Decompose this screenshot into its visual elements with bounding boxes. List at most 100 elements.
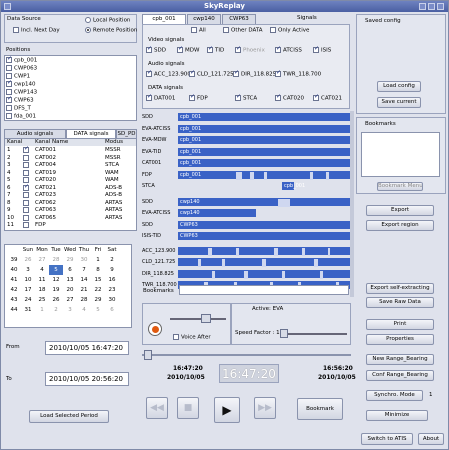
calendar-day[interactable]: 3 — [63, 305, 77, 315]
video-signals-checkbox[interactable] — [235, 45, 241, 53]
data-signals-item[interactable]: CAT021 — [313, 93, 342, 103]
stop-button[interactable]: ■ — [177, 397, 199, 419]
channel-checkbox[interactable] — [23, 183, 29, 191]
audio-signals-checkbox[interactable] — [146, 69, 152, 77]
calendar-day[interactable]: 12 — [49, 275, 63, 285]
playback-progress-handle[interactable] — [144, 350, 152, 360]
video-signals-checkbox[interactable] — [146, 45, 152, 53]
incl-next-day-checkbox[interactable] — [13, 27, 19, 33]
signal-row[interactable]: EVA-ATCISS cwp140 — [142, 208, 350, 218]
position-checkbox[interactable] — [6, 113, 12, 119]
position-checkbox[interactable] — [6, 55, 12, 63]
switch-to-atis-button[interactable]: Switch to ATIS — [361, 433, 413, 445]
from-datetime-input[interactable]: 2010/10/05 16:47:20 — [45, 341, 129, 355]
calendar-day[interactable]: 30 — [77, 255, 91, 265]
video-signals-item[interactable]: Phoenix — [235, 45, 265, 55]
signal-row[interactable]: FDP cpb_001 — [142, 170, 350, 180]
table-row[interactable]: 8 CAT062 ARTAS — [5, 199, 136, 207]
video-signals-checkbox[interactable] — [313, 45, 319, 53]
calendar-day[interactable]: 4 — [77, 305, 91, 315]
tab-sd-pd[interactable]: SD_PD — [116, 129, 137, 138]
signal-bar[interactable]: CWP63 — [178, 232, 350, 240]
signal-row[interactable]: ISIS-TID CWP63 — [142, 231, 350, 241]
timeline-bookmarks-track[interactable] — [179, 285, 349, 295]
position-item[interactable]: cpb_001 — [6, 55, 37, 64]
video-signals-checkbox[interactable] — [207, 45, 213, 53]
all-checkbox[interactable] — [191, 27, 197, 33]
calendar-day[interactable]: 29 — [63, 255, 77, 265]
calendar-day[interactable]: 29 — [91, 295, 105, 305]
local-position-radio[interactable] — [85, 17, 91, 23]
save-current-button[interactable]: Save current — [377, 97, 421, 108]
position-checkbox[interactable] — [6, 95, 12, 103]
properties-button[interactable]: Properties — [366, 334, 434, 345]
channel-checkbox[interactable] — [23, 199, 29, 206]
position-item[interactable]: CWP063 — [6, 65, 37, 72]
signal-row[interactable]: EVA-MDW cpb_001 — [142, 135, 350, 145]
video-signals-checkbox[interactable] — [275, 45, 281, 53]
tab-cpb-001[interactable]: cpb_001 — [142, 14, 186, 24]
signal-row[interactable]: SDD CWP63 — [142, 220, 350, 230]
tab-data-signals[interactable]: DATA signals — [66, 129, 116, 138]
channel-checkbox[interactable] — [23, 207, 29, 213]
signal-bar[interactable]: cwp140 — [178, 209, 256, 217]
export-self-extracting-button[interactable]: Export self-extracting — [366, 283, 434, 294]
position-item[interactable]: fda_001 — [6, 113, 36, 120]
audio-signals-checkbox[interactable] — [233, 69, 239, 77]
channel-checkbox[interactable] — [23, 169, 29, 176]
calendar-day[interactable]: 16 — [105, 275, 119, 285]
calendar-day[interactable]: 14 — [77, 275, 91, 285]
signal-bar[interactable]: cpb_001 — [178, 147, 350, 156]
position-item[interactable]: DFS_T — [6, 105, 31, 112]
calendar-day[interactable]: 28 — [49, 255, 63, 265]
print-button[interactable]: Print — [366, 319, 434, 330]
export-button[interactable]: Export — [366, 205, 434, 216]
table-row[interactable]: 9 CAT063 ARTAS — [5, 207, 136, 214]
calendar-day[interactable]: 26 — [21, 255, 35, 265]
minimize-button[interactable]: Minimize — [366, 410, 428, 421]
export-region-button[interactable]: Export region — [366, 220, 434, 231]
speed-slider-handle[interactable] — [280, 329, 288, 338]
calendar-day[interactable]: 27 — [63, 295, 77, 305]
volume-slider[interactable] — [170, 318, 226, 320]
calendar-day[interactable]: 2 — [105, 255, 119, 265]
calendar-day[interactable]: 7 — [77, 265, 91, 275]
only-active-filter[interactable]: Only Active — [270, 27, 309, 35]
audio-signals-item[interactable]: TWR_118.700 — [275, 69, 321, 79]
other-data-filter[interactable]: Other DATA — [223, 27, 263, 35]
fast-forward-button[interactable]: ▶▶ — [254, 397, 276, 419]
maximize-icon[interactable] — [428, 3, 435, 10]
calendar-day[interactable]: 15 — [91, 275, 105, 285]
data-signals-item[interactable]: CAT020 — [275, 93, 304, 103]
signal-row[interactable]: STCA cpb_001 — [142, 181, 350, 191]
rewind-button[interactable]: ◀◀ — [146, 397, 168, 419]
calendar-day[interactable]: 23 — [105, 285, 119, 295]
positions-list[interactable]: cpb_001CWP063CWP1cwp140CWP143CWP63DFS_Tf… — [4, 55, 137, 121]
signal-bar[interactable]: cpb_001 — [282, 182, 305, 190]
calendar-day[interactable]: 5 — [91, 305, 105, 315]
signal-row[interactable]: DIR_118.825 — [142, 269, 350, 279]
play-button[interactable]: ▶ — [214, 397, 240, 423]
table-row[interactable]: 3 CAT004 STCA — [5, 162, 136, 169]
channel-checkbox[interactable] — [23, 162, 29, 168]
tab-audio-signals[interactable]: Audio signals — [4, 129, 66, 138]
voice-after-checkbox[interactable] — [173, 334, 179, 340]
calendar-day[interactable]: 1 — [91, 255, 105, 265]
calendar-day[interactable]: 2 — [49, 305, 63, 315]
remote-position-option[interactable]: Remote Position — [85, 27, 137, 35]
close-icon[interactable] — [437, 3, 444, 10]
speed-slider[interactable] — [285, 333, 347, 335]
calendar-day[interactable]: 6 — [63, 265, 77, 275]
load-config-button[interactable]: Load config — [377, 81, 421, 92]
signal-bar[interactable] — [178, 269, 350, 279]
signal-row[interactable]: SDD cwp140 — [142, 197, 350, 207]
signal-bar[interactable]: cpb_001 — [178, 124, 350, 133]
remote-position-radio[interactable] — [85, 27, 91, 33]
audio-signals-checkbox[interactable] — [189, 69, 195, 77]
calendar-day[interactable]: 28 — [77, 295, 91, 305]
signal-row[interactable]: EVA-ATCISS cpb_001 — [142, 124, 350, 134]
calendar-day[interactable]: 17 — [21, 285, 35, 295]
calendar-day[interactable]: 25 — [35, 295, 49, 305]
video-signals-item[interactable]: TID — [207, 45, 224, 55]
bookmark-button[interactable]: Bookmark — [297, 398, 343, 420]
